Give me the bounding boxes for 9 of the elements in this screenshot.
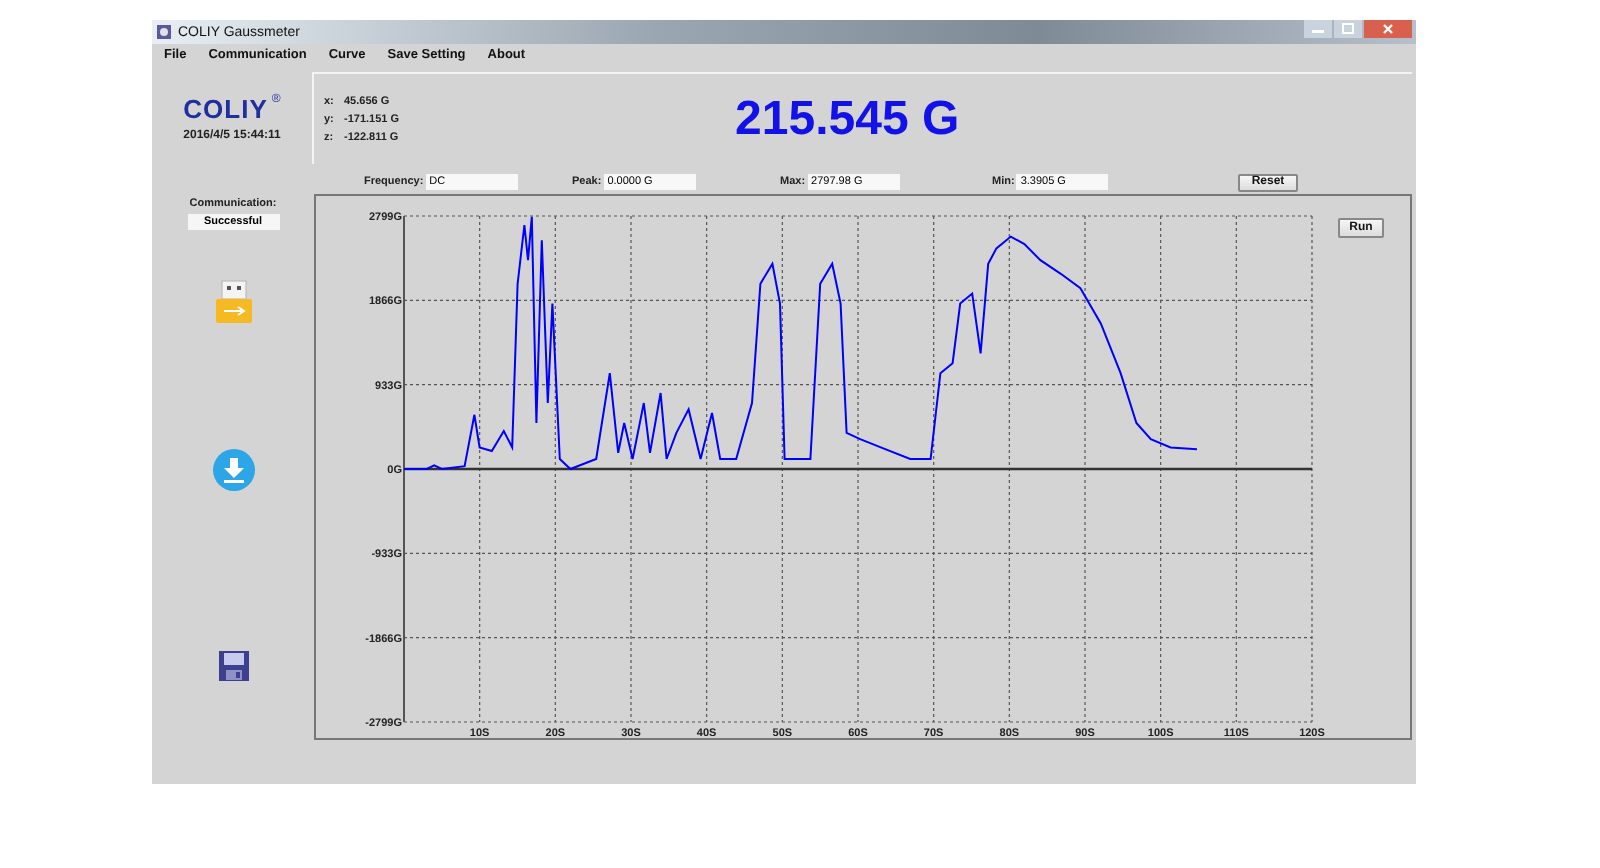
main-reading: 215.545 G [735, 91, 960, 147]
minimize-icon[interactable] [1304, 20, 1332, 38]
save-icon[interactable] [217, 650, 249, 682]
download-icon[interactable] [211, 448, 255, 492]
close-icon[interactable] [1364, 20, 1412, 38]
maximize-icon[interactable] [1334, 20, 1362, 38]
app-icon [156, 24, 172, 40]
usb-drive-icon[interactable] [213, 280, 253, 324]
logo-text: COLIY [183, 94, 268, 124]
